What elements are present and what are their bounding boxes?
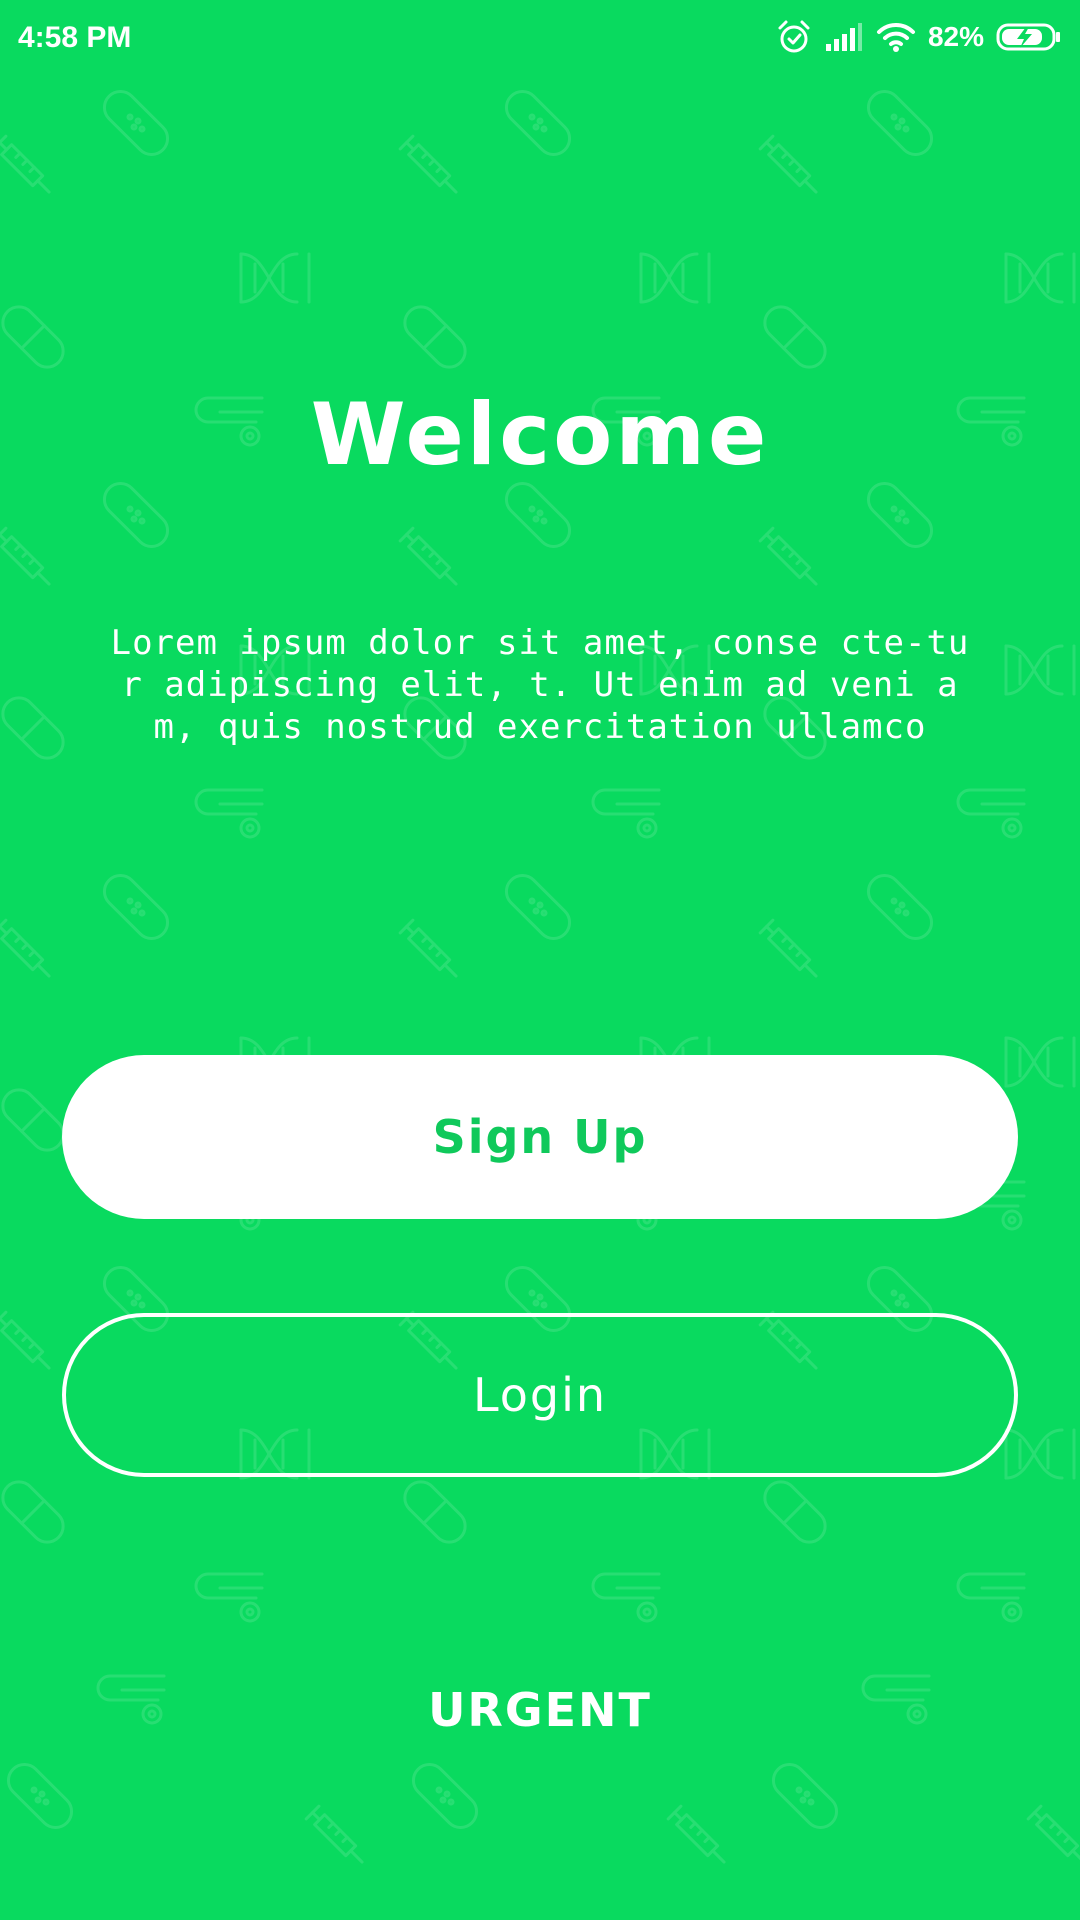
welcome-title: Welcome	[310, 385, 770, 485]
sign-up-button-label: Sign Up	[432, 1110, 648, 1164]
wifi-icon	[876, 22, 915, 52]
urgent-link[interactable]: URGENT	[0, 1680, 1080, 1740]
battery-charging-icon	[996, 23, 1060, 51]
login-button-label: Login	[472, 1368, 608, 1422]
status-bar: 4:58 PM 82%	[0, 0, 1080, 76]
status-icons: 82%	[764, 16, 1062, 58]
welcome-description: Lorem ipsum dolor sit amet, conse cte-tu…	[110, 623, 970, 747]
alarm-icon	[778, 20, 810, 53]
battery-percentage: 82%	[927, 21, 984, 52]
status-time: 4:58 PM	[18, 21, 132, 54]
cellular-signal-icon	[825, 23, 862, 51]
medical-pattern-background	[0, 83, 1080, 1870]
sign-up-button[interactable]: Sign Up	[62, 1055, 1018, 1219]
login-button[interactable]: Login	[62, 1313, 1018, 1477]
